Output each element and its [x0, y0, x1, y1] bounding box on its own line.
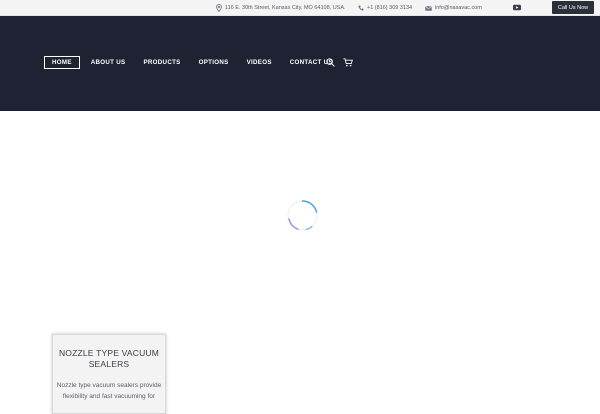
product-card-title: NOZZLE TYPE VACUUM SEALERS [58, 348, 160, 369]
nav-item-videos[interactable]: VIDEOS [240, 56, 279, 69]
loading-spinner [287, 200, 318, 231]
phone-text: +1 (816) 309 3134 [367, 5, 413, 11]
email-text: info@nasavac.com [435, 5, 482, 11]
search-icon[interactable] [326, 58, 335, 67]
product-card-description: Nozzle type vacuum sealers provide flexi… [56, 382, 162, 400]
youtube-icon[interactable] [513, 4, 521, 11]
address-text: 116 E. 30th Street, Kansas City, MO 6410… [225, 5, 346, 11]
header: HOME ABOUT US PRODUCTS OPTIONS VIDEOS CO… [0, 16, 600, 111]
nav-item-products[interactable]: PRODUCTS [136, 56, 187, 69]
top-bar: 116 E. 30th Street, Kansas City, MO 6410… [0, 0, 600, 16]
nav-item-home[interactable]: HOME [44, 56, 80, 69]
main-nav: HOME ABOUT US PRODUCTS OPTIONS VIDEOS CO… [44, 56, 344, 69]
nav-item-options[interactable]: OPTIONS [192, 56, 236, 69]
call-us-now-button[interactable]: Call Us Now [552, 1, 594, 14]
location-pin-icon [216, 4, 222, 12]
product-card[interactable]: NOZZLE TYPE VACUUM SEALERS Nozzle type v… [52, 334, 166, 414]
envelope-icon [425, 5, 432, 11]
address-info: 116 E. 30th Street, Kansas City, MO 6410… [216, 0, 346, 16]
nav-item-about-us[interactable]: ABOUT US [84, 56, 133, 69]
cart-icon[interactable] [343, 58, 353, 67]
email-info[interactable]: info@nasavac.com [425, 0, 482, 16]
phone-info[interactable]: +1 (816) 309 3134 [358, 0, 412, 16]
phone-icon [358, 5, 364, 11]
